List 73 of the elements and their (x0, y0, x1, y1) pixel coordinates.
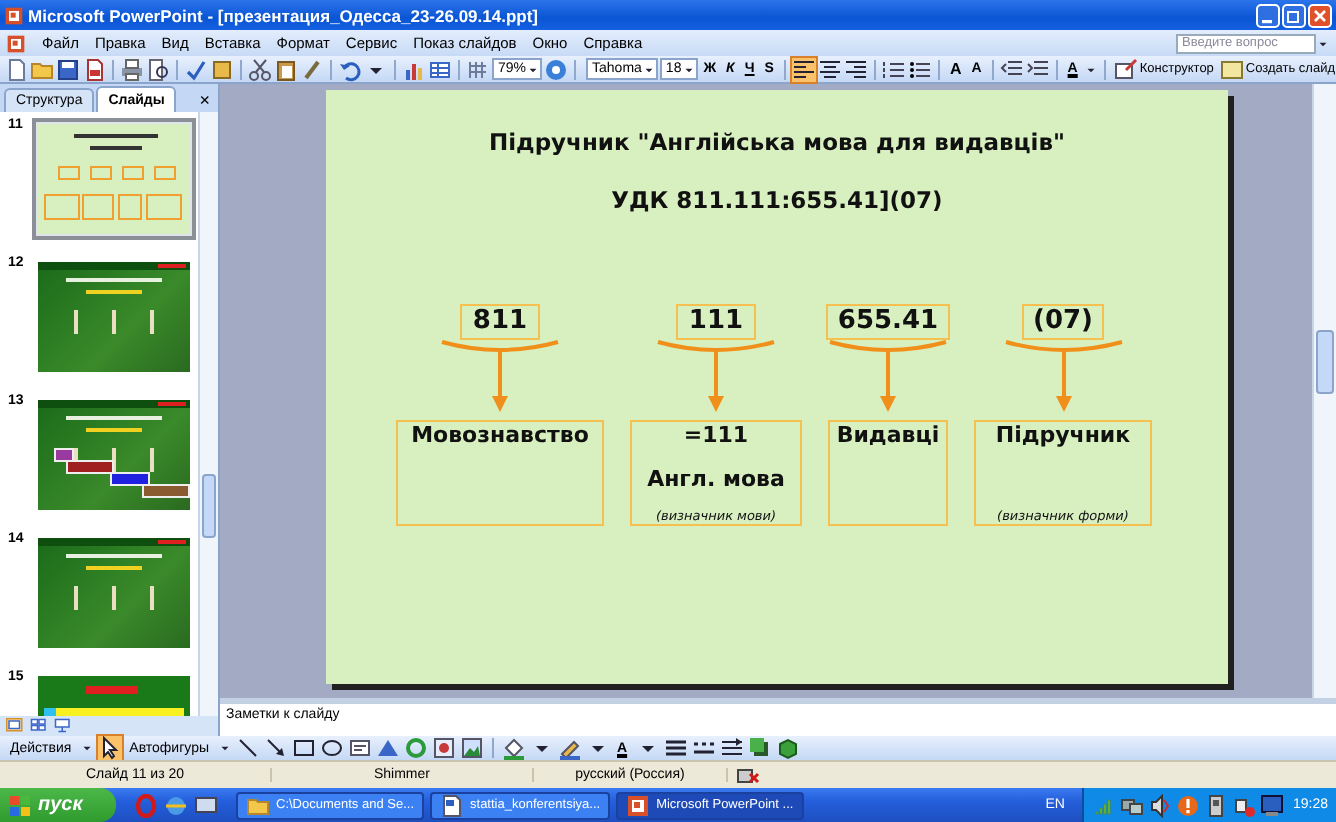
code-box: (07) (1021, 304, 1105, 340)
disconnected-icon (736, 763, 760, 787)
label-text: Видавці (836, 422, 940, 452)
indent-icon[interactable] (1025, 57, 1050, 81)
code-box: 111 (676, 304, 756, 340)
slide-title: Підручник "Англійська мова для видавців" (488, 128, 1066, 156)
slide-thumbnail[interactable] (32, 256, 196, 378)
outdent-icon[interactable] (999, 57, 1024, 81)
ellipse-icon[interactable] (319, 736, 343, 760)
classification-code: УДК 811.111:655.41](07) (611, 186, 943, 214)
image-icon[interactable] (459, 736, 483, 760)
close-icon[interactable] (1308, 3, 1332, 27)
powerpoint-icon (626, 793, 651, 817)
align-center-icon[interactable] (817, 57, 842, 81)
powerpoint-icon (4, 5, 24, 25)
help-icon[interactable] (544, 57, 569, 81)
numbered-list-icon[interactable] (881, 57, 906, 81)
text-box-icon[interactable] (347, 736, 371, 760)
floppy-icon[interactable] (56, 57, 80, 81)
align-left-icon[interactable] (791, 57, 816, 81)
monitor-icon[interactable] (1260, 793, 1285, 817)
grid-icon[interactable] (466, 57, 490, 81)
label-text: =111 (683, 422, 749, 452)
align-right-icon[interactable] (843, 57, 868, 81)
scrollbar[interactable] (198, 112, 218, 716)
slide-thumbnail[interactable] (32, 532, 196, 654)
bulleted-list-icon[interactable] (907, 57, 932, 81)
warning-icon[interactable] (1176, 793, 1201, 817)
arrow-style-icon[interactable] (719, 736, 744, 760)
font-size-button[interactable]: A (945, 57, 966, 81)
label-text: Англ. мова (647, 465, 785, 495)
pdf-page-icon[interactable] (82, 57, 106, 81)
windows-logo-icon (8, 793, 32, 817)
code-box: 655.41 (825, 304, 951, 340)
table-icon[interactable] (428, 57, 452, 81)
folder-icon (246, 793, 270, 817)
powerpoint-icon[interactable] (6, 33, 26, 53)
new-slide-icon (1219, 57, 1244, 81)
globe-icon[interactable] (164, 793, 188, 817)
arrow-icon[interactable] (263, 736, 287, 760)
label-text: Мовознавство (411, 422, 589, 452)
pencil-icon[interactable] (557, 736, 581, 760)
undo-arrow-icon[interactable] (338, 57, 362, 81)
line-icon[interactable] (235, 736, 259, 760)
clip-art-icon[interactable] (431, 736, 455, 760)
document-icon (440, 793, 465, 817)
speaker-icon[interactable] (1148, 793, 1173, 817)
line-weight-icon[interactable] (663, 736, 688, 760)
minimize-icon[interactable] (1256, 3, 1280, 27)
close-button[interactable]: × (191, 86, 218, 112)
slide-thumbnail[interactable] (32, 394, 196, 516)
rectangle-icon[interactable] (291, 736, 315, 760)
pointer-icon[interactable] (97, 736, 122, 760)
slideshow-view-icon[interactable] (52, 717, 74, 735)
slide-view-icon[interactable] (4, 717, 26, 735)
preview-icon[interactable] (146, 57, 170, 81)
clipboard-icon[interactable] (274, 57, 298, 81)
printer-icon[interactable] (120, 57, 144, 81)
sorter-view-icon[interactable] (28, 717, 50, 735)
code-box: 811 (460, 304, 540, 340)
scissors-icon[interactable] (248, 57, 272, 81)
slide-thumbnail[interactable] (32, 118, 196, 240)
restore-icon[interactable] (1282, 3, 1306, 27)
shadow-icon[interactable] (747, 736, 772, 760)
device-icon[interactable] (1204, 793, 1229, 817)
fill-bucket-icon[interactable] (501, 736, 525, 760)
spelling-check-icon[interactable] (184, 57, 208, 81)
network-icon[interactable] (1120, 793, 1145, 817)
design-icon (1113, 57, 1138, 81)
label-text: Підручник (995, 422, 1131, 452)
scrollbar[interactable] (1312, 84, 1336, 698)
desktop-icon[interactable] (194, 793, 218, 817)
window-title: Microsoft PowerPoint - [презентация_Одесса_23-26.09.14.ppt] (28, 5, 539, 25)
